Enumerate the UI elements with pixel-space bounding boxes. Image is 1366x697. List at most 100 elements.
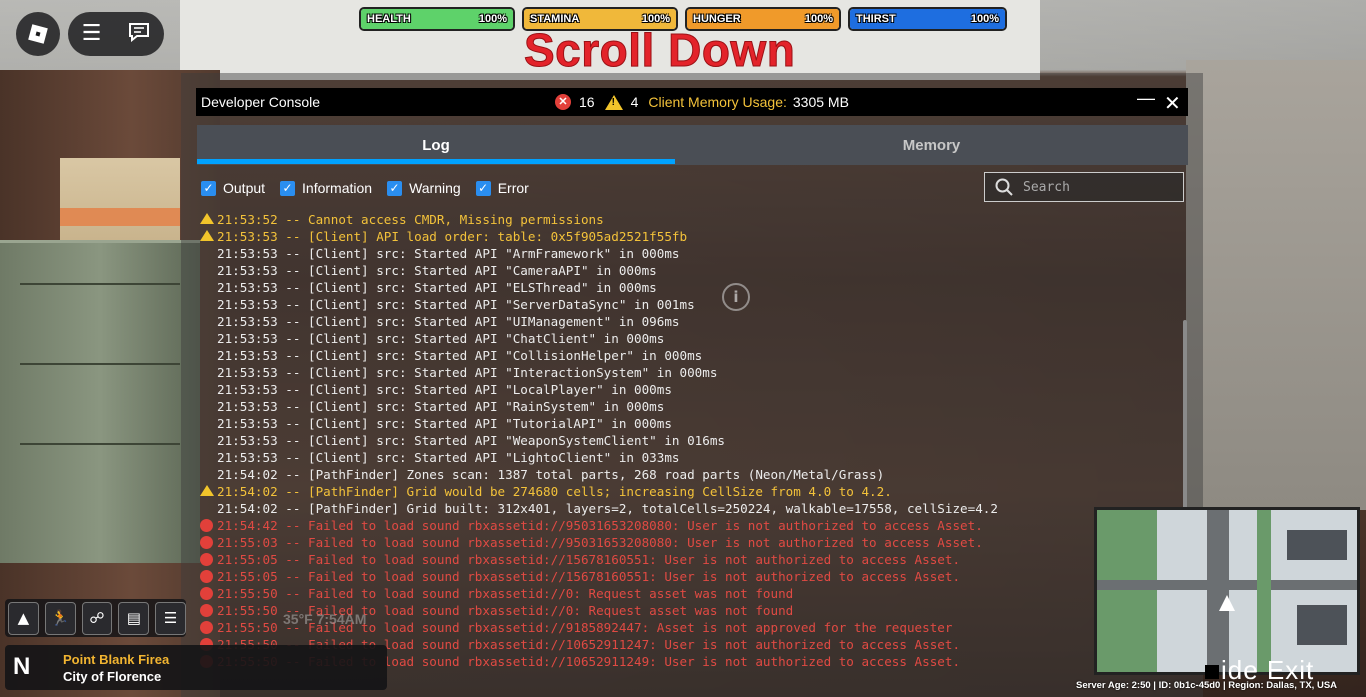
log-line-output: 21:53:53 -- [Client] src: Started API "S… xyxy=(199,296,1179,313)
search-icon xyxy=(995,178,1013,196)
log-line-text: 21:53:53 -- [Client] src: Started API "L… xyxy=(217,450,680,465)
tab-log-label: Log xyxy=(422,136,450,154)
checkbox-checked-icon[interactable]: ✓ xyxy=(280,180,296,196)
log-line-output: 21:53:53 -- [Client] src: Started API "L… xyxy=(199,449,1179,466)
cardboard-box xyxy=(60,158,180,240)
health-value: 100% xyxy=(478,13,507,25)
log-line-text: 21:55:03 -- Failed to load sound rbxasse… xyxy=(217,535,983,550)
log-line-text: 21:55:05 -- Failed to load sound rbxasse… xyxy=(217,552,961,567)
filter-error-label: Error xyxy=(497,180,529,196)
log-line-text: 21:54:42 -- Failed to load sound rbxasse… xyxy=(217,518,983,533)
log-line-text: 21:53:53 -- [Client] src: Started API "U… xyxy=(217,314,680,329)
log-line-output: 21:53:53 -- [Client] src: Started API "E… xyxy=(199,279,1179,296)
log-line-text: 21:53:53 -- [Client] src: Started API "C… xyxy=(217,331,665,346)
log-filters: ✓ Output ✓ Information ✓ Warning ✓ Error xyxy=(201,180,544,196)
location-panel: N Point Blank Firea City of Florence xyxy=(5,645,387,690)
log-line-output: 21:53:53 -- [Client] src: Started API "W… xyxy=(199,432,1179,449)
log-line-text: 21:53:53 -- [Client] src: Started API "C… xyxy=(217,348,703,363)
stop-icon xyxy=(1205,665,1219,680)
log-line-text: 21:54:02 -- [PathFinder] Grid built: 312… xyxy=(217,501,998,516)
location-city: City of Florence xyxy=(63,669,162,684)
health-bar: HEALTH 100% xyxy=(359,7,515,31)
filter-warning-label: Warning xyxy=(409,180,461,196)
compass-heading: N xyxy=(13,653,31,680)
filter-information[interactable]: ✓ Information xyxy=(280,180,372,196)
minimap[interactable] xyxy=(1094,507,1360,675)
minimap-road xyxy=(1097,580,1357,590)
checkbox-checked-icon[interactable]: ✓ xyxy=(387,180,403,196)
log-line-output: 21:53:53 -- [Client] src: Started API "C… xyxy=(199,262,1179,279)
stamina-value: 100% xyxy=(641,13,670,25)
floor-right xyxy=(1186,60,1366,510)
console-stats: ✕ 16 4 Client Memory Usage: 3305 MB xyxy=(555,94,849,110)
memory-label: Client Memory Usage: xyxy=(648,94,787,110)
thirst-label: THIRST xyxy=(856,13,896,25)
log-line-text: 21:53:53 -- [Client] src: Started API "A… xyxy=(217,246,680,261)
search-input[interactable] xyxy=(1021,178,1175,196)
log-line-text: 21:53:53 -- [Client] src: Started API "S… xyxy=(217,297,695,312)
log-line-output: 21:53:53 -- [Client] src: Started API "L… xyxy=(199,381,1179,398)
id-card-icon[interactable]: ▤ xyxy=(118,601,150,635)
checkbox-checked-icon[interactable]: ✓ xyxy=(201,180,216,196)
log-line-text: 21:54:02 -- [PathFinder] Zones scan: 138… xyxy=(217,467,885,482)
hunger-label: HUNGER xyxy=(693,13,741,25)
close-icon[interactable]: ✕ xyxy=(1164,91,1181,116)
log-line-output: 21:53:53 -- [Client] src: Started API "R… xyxy=(199,398,1179,415)
log-line-warning: 21:54:02 -- [PathFinder] Grid would be 2… xyxy=(199,483,1179,500)
active-tab-indicator xyxy=(197,159,675,164)
thirst-bar: THIRST 100% xyxy=(848,7,1007,31)
top-menu-pill: ☰ xyxy=(68,12,164,56)
hud-toolbar: ▲ 🏃 ☍ ▤ ☰ xyxy=(5,599,186,637)
log-line-text: 21:53:53 -- [Client] src: Started API "C… xyxy=(217,263,657,278)
scroll-down-banner: Scroll Down xyxy=(523,24,796,77)
log-search[interactable] xyxy=(984,172,1184,202)
log-line-text: 21:53:53 -- [Client] API load order: tab… xyxy=(217,229,688,244)
tab-log[interactable]: Log xyxy=(197,125,675,165)
log-line-text: 21:53:53 -- [Client] src: Started API "W… xyxy=(217,433,725,448)
filter-warning[interactable]: ✓ Warning xyxy=(387,180,461,196)
warning-count: 4 xyxy=(630,94,639,110)
log-line-error: 21:55:05 -- Failed to load sound rbxasse… xyxy=(199,568,1179,585)
phone-icon[interactable]: ☍ xyxy=(81,601,113,635)
warning-icon xyxy=(200,230,214,241)
log-line-output: 21:54:02 -- [PathFinder] Grid built: 312… xyxy=(199,500,1179,517)
tab-memory[interactable]: Memory xyxy=(675,125,1188,165)
location-name: Point Blank Firea xyxy=(63,652,170,667)
minimize-icon[interactable]: — xyxy=(1137,88,1155,116)
error-icon xyxy=(200,536,213,549)
minimap-grass xyxy=(1097,510,1157,672)
log-output[interactable]: 21:53:52 -- Cannot access CMDR, Missing … xyxy=(199,211,1179,671)
warning-icon xyxy=(604,94,623,110)
console-header[interactable]: Developer Console ✕ 16 4 Client Memory U… xyxy=(196,88,1188,116)
error-icon xyxy=(200,621,213,634)
error-icon xyxy=(200,604,213,617)
log-line-warning: 21:53:53 -- [Client] API load order: tab… xyxy=(199,228,1179,245)
log-line-text: 21:53:53 -- [Client] src: Started API "E… xyxy=(217,280,657,295)
filter-output-label: Output xyxy=(223,180,266,196)
minimap-building xyxy=(1287,530,1347,560)
log-line-output: 21:53:53 -- [Client] src: Started API "A… xyxy=(199,245,1179,262)
list-icon[interactable]: ☰ xyxy=(155,601,186,635)
hamburger-icon[interactable]: ☰ xyxy=(82,23,102,45)
log-line-text: 21:55:50 -- Failed to load sound rbxasse… xyxy=(217,586,794,601)
server-info: Server Age: 2:50 | ID: 0b1c-45d0 | Regio… xyxy=(1076,680,1338,691)
vehicle-icon[interactable]: ▲ xyxy=(8,601,39,635)
error-icon: ✕ xyxy=(555,94,571,110)
checkbox-checked-icon[interactable]: ✓ xyxy=(475,180,491,196)
player-marker-icon xyxy=(1219,595,1235,611)
info-icon[interactable]: i xyxy=(722,283,750,311)
filter-output[interactable]: ✓ Output xyxy=(201,180,265,196)
log-line-output: 21:54:02 -- [PathFinder] Zones scan: 138… xyxy=(199,466,1179,483)
log-line-error: 21:54:42 -- Failed to load sound rbxasse… xyxy=(199,517,1179,534)
error-icon xyxy=(200,553,213,566)
roblox-menu-button[interactable] xyxy=(16,12,60,56)
log-line-text: 21:53:52 -- Cannot access CMDR, Missing … xyxy=(217,212,604,227)
chat-icon[interactable] xyxy=(128,22,150,46)
memory-value: 3305 MB xyxy=(792,94,849,110)
log-line-error: 21:55:03 -- Failed to load sound rbxasse… xyxy=(199,534,1179,551)
log-line-text: 21:53:53 -- [Client] src: Started API "R… xyxy=(217,399,665,414)
weather-time: 35°F 7:54AM xyxy=(283,611,367,627)
filter-error[interactable]: ✓ Error xyxy=(475,180,529,196)
console-tabs: Log Memory xyxy=(197,125,1188,165)
walk-icon[interactable]: 🏃 xyxy=(44,601,76,635)
